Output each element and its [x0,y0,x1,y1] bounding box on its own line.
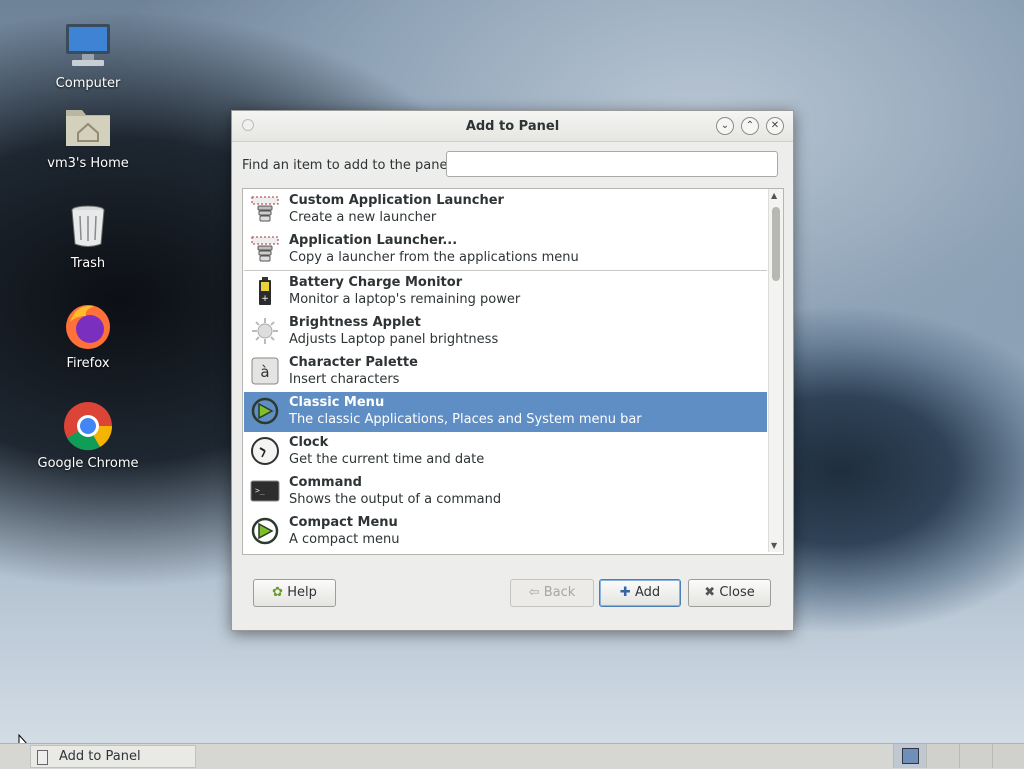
item-description: Shows the output of a command [289,492,502,507]
list-item[interactable]: Clock Get the current time and date [244,432,767,472]
item-name: Character Palette [289,355,418,370]
scroll-up-arrow-icon[interactable]: ▲ [771,191,777,200]
home-folder-icon [62,100,114,152]
find-label: Find an item to add to the panel: [242,158,456,173]
desktop-icon-chrome[interactable]: Google Chrome [33,400,143,471]
chevron-up-icon: ⌃ [745,120,755,131]
desktop-icon-firefox[interactable]: Firefox [33,300,143,371]
close-icon: ✖ [704,585,716,600]
help-button[interactable]: ✿ Help [253,579,336,607]
find-row: Find an item to add to the panel: [242,151,782,181]
list-scrollbar[interactable]: ▲ ▼ [768,189,783,552]
back-button[interactable]: ⇦ Back [510,579,594,607]
desktop-icon-label: Computer [55,76,121,91]
taskbar: Add to Panel [0,743,1024,769]
item-name: Command [289,475,362,490]
plus-icon: ✚ [619,585,631,600]
scroll-down-arrow-icon[interactable]: ▼ [771,541,777,550]
list-item[interactable]: + Battery Charge Monitor Monitor a lapto… [244,272,767,312]
window-icon [37,750,48,765]
desktop-icon-label: Trash [70,256,106,271]
workspace-active-indicator [902,748,919,764]
taskbar-item-label: Add to Panel [59,749,141,764]
workspace-4[interactable] [992,744,1024,768]
add-button[interactable]: ✚ Add [599,579,681,607]
workspace-2[interactable] [926,744,959,768]
title-bar[interactable]: Add to Panel ⌄ ⌃ ✕ [232,111,793,142]
desktop-icon-trash[interactable]: Trash [33,200,143,271]
desktop-icon-label: vm3's Home [47,156,129,171]
item-name: Application Launcher... [289,233,458,248]
item-description: Monitor a laptop's remaining power [289,292,521,307]
desktop-icon-label: Firefox [66,356,110,371]
item-description: Get the current time and date [289,452,485,467]
launcher-icon [250,194,280,224]
list-item[interactable]: Brightness Applet Adjusts Laptop panel b… [244,312,767,352]
workspace-3[interactable] [959,744,992,768]
svg-text:>_: >_ [255,486,265,495]
close-icon: ✕ [770,120,780,131]
list-item-selected[interactable]: Classic Menu The classic Applications, P… [244,392,767,432]
applet-list[interactable]: Custom Application Launcher Create a new… [242,188,784,555]
add-to-panel-dialog: Add to Panel ⌄ ⌃ ✕ Find an item to add t… [231,110,794,631]
terminal-icon: >_ [250,476,280,506]
trash-icon [62,200,114,252]
brightness-icon [250,316,280,346]
computer-icon [62,20,114,72]
battery-icon: + [250,276,280,306]
item-name: Compact Menu [289,515,398,530]
desktop-icon-computer[interactable]: Computer [33,20,143,91]
minimize-button[interactable]: ⌄ [716,117,734,135]
list-separator [244,270,767,271]
workspace-1[interactable] [893,744,926,768]
help-label: Help [287,585,317,600]
add-label: Add [634,585,661,600]
palette-glyph: à [260,363,269,381]
taskbar-item-add-to-panel[interactable]: Add to Panel [30,745,196,768]
item-name: Clock [289,435,329,450]
menu-icon [250,516,280,546]
item-name: Classic Menu [289,395,385,410]
back-arrow-icon: ⇦ [528,585,540,600]
desktop-icon-label: Google Chrome [37,456,139,471]
clock-icon [250,436,280,466]
search-input[interactable] [446,151,778,177]
list-item[interactable]: à Character Palette Insert characters [244,352,767,392]
launcher-icon [250,234,280,264]
list-item[interactable]: Custom Application Launcher Create a new… [244,190,767,230]
chevron-down-icon: ⌄ [720,120,730,131]
item-description: A compact menu [289,532,400,547]
item-description: The classic Applications, Places and Sys… [289,412,642,427]
item-description: Insert characters [289,372,400,387]
close-label: Close [719,585,755,600]
dialog-title: Add to Panel [465,119,560,134]
close-window-button[interactable]: ✕ [766,117,784,135]
desktop-icon-home[interactable]: vm3's Home [33,100,143,171]
item-name: Custom Application Launcher [289,193,504,208]
svg-text:+: + [261,294,269,304]
list-item[interactable]: Application Launcher... Copy a launcher … [244,230,767,270]
scrollbar-thumb[interactable] [772,207,780,281]
character-palette-icon: à [250,356,280,386]
menu-icon [250,396,280,426]
chrome-icon [62,400,114,452]
item-description: Copy a launcher from the applications me… [289,250,579,265]
item-description: Adjusts Laptop panel brightness [289,332,499,347]
list-item[interactable]: Compact Menu A compact menu [244,512,767,552]
maximize-button[interactable]: ⌃ [741,117,759,135]
help-icon: ✿ [272,585,284,600]
item-description: Create a new launcher [289,210,437,225]
back-label: Back [543,585,576,600]
firefox-icon [62,300,114,352]
close-button[interactable]: ✖ Close [688,579,771,607]
item-name: Battery Charge Monitor [289,275,463,290]
list-item[interactable]: >_ Command Shows the output of a command [244,472,767,512]
item-name: Brightness Applet [289,315,421,330]
